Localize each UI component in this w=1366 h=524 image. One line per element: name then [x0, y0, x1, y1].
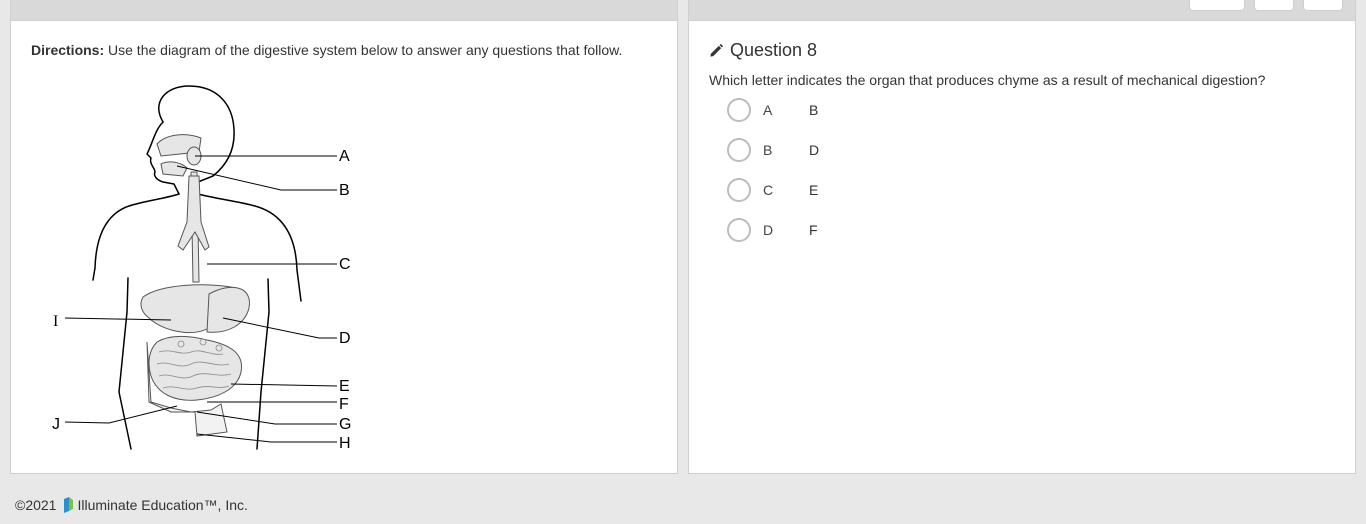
toolbar-button-1[interactable] [1189, 0, 1245, 11]
leader-b [176, 165, 337, 191]
question-title: Question 8 [709, 40, 817, 61]
choice-b[interactable]: B D [727, 138, 819, 162]
choice-c[interactable]: C E [727, 178, 819, 202]
face-outline [146, 121, 180, 195]
company-name: Illuminate Education™, Inc. [77, 497, 248, 513]
radio-button[interactable] [727, 138, 751, 162]
label-h: H [339, 435, 351, 452]
radio-button[interactable] [727, 218, 751, 242]
leader-h [196, 433, 337, 443]
choice-letter: C [763, 182, 774, 198]
mouth [160, 161, 188, 177]
footer: ©2021 Illuminate Education™, Inc. [15, 497, 248, 513]
illuminate-logo-icon [64, 497, 74, 513]
directions-label: Directions: [31, 42, 105, 58]
choice-a[interactable]: A B [727, 98, 819, 122]
torso-outline [92, 193, 180, 281]
choice-d[interactable]: D F [727, 218, 819, 242]
choice-value: F [809, 222, 818, 238]
choice-value: E [809, 182, 819, 198]
question-text: Which letter indicates the organ that pr… [709, 72, 1266, 88]
directions: Directions: Use the diagram of the diges… [31, 42, 622, 58]
label-b: B [339, 182, 350, 199]
label-i: I [53, 313, 58, 330]
choice-letter: D [763, 222, 774, 238]
leader-j [64, 405, 178, 424]
question-panel: Question 8 Which letter indicates the or… [688, 0, 1356, 474]
panel-toolbar [689, 0, 1355, 21]
label-c: C [339, 256, 351, 273]
radio-button[interactable] [727, 98, 751, 122]
answer-choices: A B B D C E D F [727, 98, 819, 258]
label-d: D [339, 330, 351, 347]
leader-e [230, 383, 338, 387]
question-number: Question 8 [730, 40, 818, 60]
label-e: E [339, 378, 350, 395]
label-a: A [339, 148, 350, 165]
stomach [206, 286, 250, 333]
copyright: ©2021 [15, 497, 57, 513]
label-f: F [339, 396, 349, 413]
pencil-icon [710, 43, 724, 57]
digestive-system-diagram: A B C D E F G H I J [52, 85, 351, 452]
panel-toolbar [11, 0, 677, 21]
choice-letter: A [763, 102, 773, 118]
toolbar-button-2[interactable] [1254, 0, 1294, 11]
label-j: J [52, 416, 60, 433]
label-g: G [339, 416, 351, 433]
directions-panel: Directions: Use the diagram of the diges… [10, 0, 678, 474]
radio-button[interactable] [727, 178, 751, 202]
choice-value: B [809, 102, 819, 118]
choice-letter: B [763, 142, 773, 158]
directions-text: Use the diagram of the digestive system … [104, 42, 623, 58]
choice-value: D [809, 142, 820, 158]
toolbar-button-3[interactable] [1303, 0, 1343, 11]
small-intestine [148, 336, 243, 401]
